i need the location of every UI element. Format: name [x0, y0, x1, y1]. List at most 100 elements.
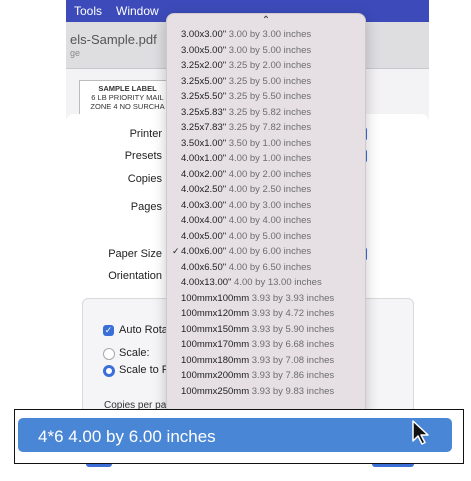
paper-size-text: 3.25x5.00" 3.25 by 5.00 inches	[181, 74, 311, 90]
preview-line: 6 LB PRIORITY MAIL	[91, 93, 164, 102]
printer-label: Printer	[129, 128, 162, 140]
paper-size-label: Paper Size	[108, 248, 162, 260]
paper-size-detail: 4.00 by 6.50 inches	[228, 261, 312, 273]
preview-line: ZONE 4 NO SURCHA	[90, 102, 165, 111]
paper-size-text: 4.00x1.00" 4.00 by 1.00 inches	[181, 151, 311, 167]
paper-size-detail: 3.93 by 7.08 inches	[251, 354, 335, 366]
paper-size-text: 4.00x2.00" 4.00 by 2.00 inches	[181, 167, 311, 183]
paper-size-name: 4.00x13.00"	[181, 277, 232, 288]
paper-size-name: 4.00x6.00"	[181, 246, 227, 257]
paper-size-menu-item[interactable]: 100mmx250mm 3.93 by 9.83 inches	[167, 384, 365, 400]
presets-label: Presets	[124, 150, 162, 162]
paper-size-name: 4.00x3.00"	[181, 199, 227, 211]
pages-label: Pages	[130, 201, 162, 213]
paper-size-menu-item[interactable]: 3.25x5.50" 3.25 by 5.50 inches	[167, 89, 365, 105]
paper-size-menu-item[interactable]: 100mmx180mm 3.93 by 7.08 inches	[167, 353, 365, 369]
checkmark-icon: ✓	[172, 246, 180, 256]
document-subtitle: ge	[70, 48, 81, 58]
paper-size-text: 4.00x6.50" 4.00 by 6.50 inches	[181, 260, 311, 276]
paper-size-detail: 4.00 by 2.50 inches	[228, 184, 312, 195]
paper-size-menu-item[interactable]: 4.00x5.00" 4.00 by 5.00 inches	[167, 229, 365, 245]
auto-rotate-label: Auto Rotat	[119, 324, 171, 336]
paper-size-detail: 4.00 by 5.00 inches	[228, 230, 312, 242]
paper-size-name: 4.00x2.00"	[181, 168, 227, 180]
paper-size-name: 3.50x1.00"	[181, 137, 227, 149]
paper-size-text: 100mmx100mm 3.93 by 3.93 inches	[181, 291, 334, 307]
menu-window[interactable]: Window	[116, 4, 159, 18]
paper-size-text: 3.00x3.00" 3.00 by 3.00 inches	[181, 27, 311, 43]
paper-size-name: 4.00x5.00"	[181, 230, 227, 242]
paper-size-detail: 3.93 by 3.93 inches	[251, 292, 335, 304]
paper-size-menu-item[interactable]: 3.25x7.83" 3.25 by 7.82 inches	[167, 120, 365, 136]
paper-size-menu-item[interactable]: 4.00x4.00" 4.00 by 4.00 inches	[167, 213, 365, 229]
paper-size-menu-item[interactable]: 100mmx200mm 3.93 by 7.86 inches	[167, 368, 365, 384]
paper-size-text: 100mmx200mm 3.93 by 7.86 inches	[181, 368, 334, 384]
paper-size-text: 100mmx250mm 3.93 by 9.83 inches	[181, 384, 334, 400]
chevron-up-icon[interactable]: ⌃	[167, 14, 365, 27]
paper-size-name: 100mmx150mm	[181, 323, 250, 335]
paper-size-menu-item[interactable]: 4.00x6.50" 4.00 by 6.50 inches	[167, 260, 365, 276]
scale-to-fit-label: Scale to Fi	[119, 364, 171, 376]
paper-size-text: 4.00x4.00" 4.00 by 4.00 inches	[181, 213, 311, 229]
paper-size-menu-item[interactable]: 3.00x3.00" 3.00 by 3.00 inches	[167, 27, 365, 43]
paper-size-detail: 4.00 by 4.00 inches	[228, 215, 312, 226]
paper-size-menu-item[interactable]: 100mmx150mm 3.93 by 5.90 inches	[167, 322, 365, 338]
paper-size-name: 4.00x4.00"	[181, 215, 227, 226]
paper-size-text: 4.00x13.00" 4.00 by 13.00 inches	[181, 275, 322, 291]
paper-size-menu-item[interactable]: 4.00x3.00" 4.00 by 3.00 inches	[167, 198, 365, 214]
scale-radio[interactable]	[103, 348, 115, 360]
paper-size-menu: ⌃ 3.00x3.00" 3.00 by 3.00 inches 3.00x5.0…	[166, 13, 366, 435]
scale-label: Scale:	[119, 347, 150, 359]
paper-size-text: 100mmx180mm 3.93 by 7.08 inches	[181, 353, 334, 369]
paper-size-detail: 3.93 by 4.72 inches	[251, 308, 335, 319]
paper-size-menu-item[interactable]: 4.00x13.00" 4.00 by 13.00 inches	[167, 275, 365, 291]
paper-size-detail: 4.00 by 3.00 inches	[228, 199, 312, 211]
paper-size-menu-item[interactable]: 4.00x2.50" 4.00 by 2.50 inches	[167, 182, 365, 198]
auto-rotate-checkbox[interactable]: ✓	[103, 325, 114, 336]
paper-size-detail: 3.93 by 6.68 inches	[251, 339, 335, 350]
paper-size-name: 100mmx170mm	[181, 339, 250, 350]
paper-size-menu-item[interactable]: 100mmx120mm 3.93 by 4.72 inches	[167, 306, 365, 322]
paper-size-text: 100mmx150mm 3.93 by 5.90 inches	[181, 322, 334, 338]
paper-size-detail: 3.93 by 5.90 inches	[251, 323, 335, 335]
paper-size-text: 4.00x2.50" 4.00 by 2.50 inches	[181, 182, 311, 198]
paper-size-menu-item[interactable]: 100mmx170mm 3.93 by 6.68 inches	[167, 337, 365, 353]
paper-size-text: 3.25x5.83" 3.25 by 5.82 inches	[181, 105, 311, 121]
paper-size-menu-item[interactable]: 3.25x5.83" 3.25 by 5.82 inches	[167, 105, 365, 121]
paper-size-menu-item[interactable]: 4.00x1.00" 4.00 by 1.00 inches	[167, 151, 365, 167]
paper-size-menu-item[interactable]: 3.50x1.00" 3.50 by 1.00 inches	[167, 136, 365, 152]
paper-size-menu-item[interactable]: 3.00x5.00" 3.00 by 5.00 inches	[167, 43, 365, 59]
paper-size-name: 3.00x5.00"	[181, 44, 227, 56]
paper-size-name: 100mmx180mm	[181, 354, 250, 366]
paper-size-detail: 3.25 by 5.00 inches	[228, 75, 312, 87]
paper-size-menu-item[interactable]: ✓ 4.00x6.00" 4.00 by 6.00 inches	[167, 244, 365, 260]
paper-size-text: 3.25x7.83" 3.25 by 7.82 inches	[181, 120, 311, 136]
paper-size-name: 3.25x5.83"	[181, 106, 227, 118]
arrow-cursor-icon	[411, 420, 433, 451]
paper-size-text: 3.25x5.50" 3.25 by 5.50 inches	[181, 89, 311, 105]
paper-size-menu-item[interactable]: 4.00x2.00" 4.00 by 2.00 inches	[167, 167, 365, 183]
paper-size-name: 3.25x2.00"	[181, 60, 227, 71]
paper-size-text: 3.00x5.00" 3.00 by 5.00 inches	[181, 43, 311, 59]
paper-size-name: 100mmx120mm	[181, 308, 250, 319]
paper-size-name: 4.00x2.50"	[181, 184, 227, 195]
menu-tools[interactable]: Tools	[74, 4, 102, 18]
paper-size-name: 3.25x5.50"	[181, 91, 227, 102]
paper-size-detail: 3.93 by 9.83 inches	[251, 385, 335, 397]
paper-size-name: 100mmx250mm	[181, 385, 250, 397]
paper-size-name: 3.00x3.00"	[181, 29, 227, 40]
paper-size-detail: 3.25 by 7.82 inches	[228, 122, 312, 133]
paper-size-detail: 3.00 by 5.00 inches	[228, 44, 312, 56]
paper-size-detail: 3.25 by 2.00 inches	[228, 60, 312, 71]
scale-to-fit-radio[interactable]	[103, 365, 115, 377]
paper-size-menu-item[interactable]: 100mmx100mm 3.93 by 3.93 inches	[167, 291, 365, 307]
paper-size-name: 3.25x7.83"	[181, 122, 227, 133]
paper-size-detail: 4.00 by 6.00 inches	[228, 246, 312, 257]
paper-size-name: 100mmx100mm	[181, 292, 250, 304]
paper-size-name: 4.00x1.00"	[181, 153, 227, 164]
paper-size-detail: 4.00 by 13.00 inches	[234, 277, 322, 288]
paper-size-menu-item[interactable]: 3.25x5.00" 3.25 by 5.00 inches	[167, 74, 365, 90]
paper-size-menu-item[interactable]: 3.25x2.00" 3.25 by 2.00 inches	[167, 58, 365, 74]
paper-size-detail: 3.93 by 7.86 inches	[251, 370, 335, 381]
paper-size-detail: 4.00 by 1.00 inches	[228, 153, 312, 164]
